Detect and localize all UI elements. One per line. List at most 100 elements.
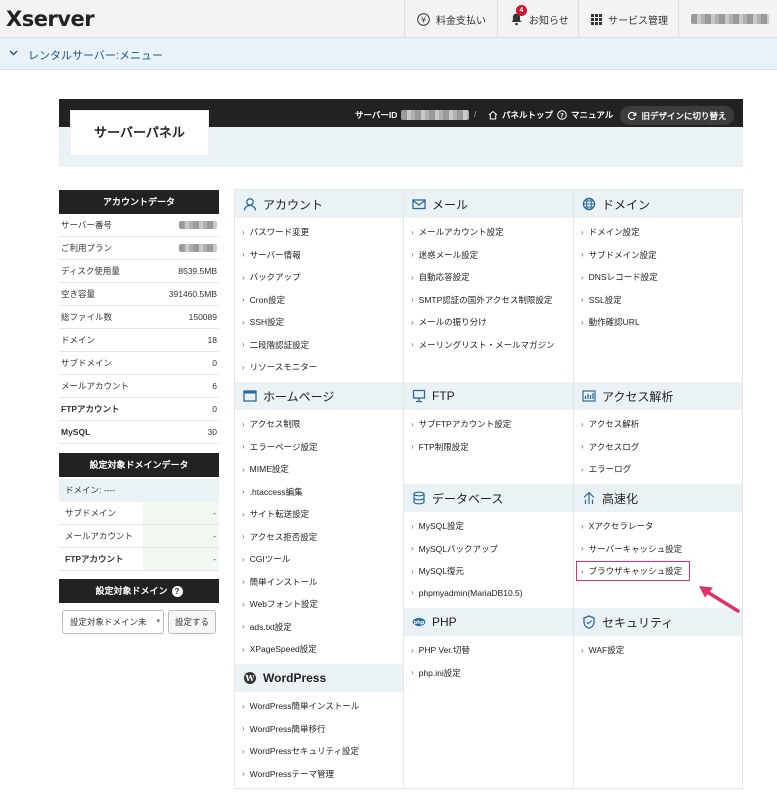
menu-item-php[interactable]: › php.ini設定 bbox=[411, 667, 461, 679]
menu-item-mail[interactable]: › メーリングリスト・メールマガジン bbox=[411, 339, 555, 351]
select-caret-icon: ▾ bbox=[156, 618, 160, 625]
menu-item-mail[interactable]: › 迷惑メール設定 bbox=[411, 249, 478, 261]
menu-item-account[interactable]: › 二段階認証設定 bbox=[242, 339, 309, 351]
menu-item-label: Cron設定 bbox=[249, 294, 286, 305]
menu-item-access[interactable]: › アクセス解析 bbox=[581, 418, 639, 430]
menu-item-account[interactable]: › パスワード変更 bbox=[242, 226, 309, 238]
menu-item-account[interactable]: › リソースモニター bbox=[242, 361, 317, 373]
chevron-right-icon: › bbox=[242, 317, 245, 327]
menu-item-label: MIME設定 bbox=[249, 464, 289, 474]
menu-item-label: アクセスログ bbox=[588, 441, 640, 452]
menu-item-wordpress[interactable]: › WordPressテーマ管理 bbox=[242, 768, 334, 780]
menu-item-database[interactable]: › phpmyadmin(MariaDB10.5) bbox=[411, 588, 523, 598]
menu-item-homepage[interactable]: › MIME設定 bbox=[242, 463, 289, 475]
menu-item-database[interactable]: › MySQL設定 bbox=[411, 520, 464, 532]
menu-item-domain[interactable]: › ドメイン設定 bbox=[581, 226, 640, 238]
menu-item-wordpress[interactable]: › WordPressセキュリティ設定 bbox=[242, 745, 359, 757]
menu-item-database[interactable]: › MySQL復元 bbox=[411, 565, 464, 577]
manual-link[interactable]: ? マニュアル bbox=[557, 109, 613, 121]
menu-item-homepage[interactable]: › CGIツール bbox=[242, 553, 290, 565]
domain-select[interactable]: 設定対象ドメイン未 ▾ bbox=[62, 610, 164, 634]
menu-item-php[interactable]: › PHP Ver.切替 bbox=[411, 644, 470, 656]
menu-item-label: SSH設定 bbox=[249, 317, 285, 327]
menu-item-account[interactable]: › バックアップ bbox=[242, 271, 301, 283]
menu-item-homepage[interactable]: › アクセス拒否設定 bbox=[242, 531, 317, 543]
menu-item-label: 二段階認証設定 bbox=[249, 339, 310, 350]
account-data-value: 18 bbox=[207, 335, 217, 345]
chevron-right-icon: › bbox=[411, 442, 414, 451]
chevron-right-icon: › bbox=[242, 272, 245, 282]
menu-item-homepage[interactable]: › アクセス制限 bbox=[242, 418, 300, 430]
domain-data-row: メールアカウント - bbox=[59, 525, 219, 548]
notices-button[interactable]: 4 お知らせ bbox=[497, 0, 578, 38]
access-icon bbox=[582, 390, 596, 402]
account-data-value: 0 bbox=[212, 358, 217, 368]
menu-item-domain[interactable]: › 動作確認URL bbox=[581, 316, 640, 328]
menu-item-homepage[interactable]: › .htaccess編集 bbox=[242, 486, 303, 498]
account-data-value-blurred bbox=[179, 221, 217, 229]
domain-data-key: メールアカウント bbox=[65, 531, 134, 541]
menu-item-homepage[interactable]: › Webフォント設定 bbox=[242, 598, 318, 610]
chevron-right-icon: › bbox=[242, 419, 245, 429]
menu-item-label: MySQLバックアップ bbox=[418, 543, 499, 554]
panel-top-link[interactable]: パネルトップ bbox=[488, 109, 553, 121]
menu-item-database[interactable]: › MySQLバックアップ bbox=[411, 543, 498, 555]
manual-label: マニュアル bbox=[571, 110, 614, 120]
highlight-box bbox=[576, 561, 690, 581]
set-domain-button[interactable]: 設定する bbox=[168, 610, 216, 634]
services-button[interactable]: サービス管理 bbox=[578, 0, 678, 38]
menu-item-homepage[interactable]: › 簡単インストール bbox=[242, 576, 318, 588]
chevron-right-icon: › bbox=[411, 588, 414, 597]
menu-item-access[interactable]: › アクセスログ bbox=[581, 441, 639, 453]
wordpress-icon: W bbox=[244, 672, 256, 684]
menu-item-account[interactable]: › サーバー情報 bbox=[242, 249, 301, 261]
server-id-label: サーバーID bbox=[355, 110, 398, 120]
payment-button[interactable]: ¥ 料金支払い bbox=[404, 0, 497, 38]
xserver-logo[interactable]: Xserver bbox=[6, 7, 95, 31]
home-icon bbox=[488, 110, 498, 120]
menu-item-ftp[interactable]: › FTP制限設定 bbox=[411, 441, 469, 453]
server-id: サーバーID bbox=[355, 109, 470, 121]
old-design-button[interactable]: 旧デザインに切り替え bbox=[620, 106, 734, 125]
security-icon bbox=[583, 615, 595, 629]
menu-item-mail[interactable]: › 自動応答設定 bbox=[411, 271, 470, 283]
menu-item-label: サーバーキャッシュ設定 bbox=[588, 543, 683, 554]
chevron-right-icon: › bbox=[581, 295, 584, 304]
menu-item-ftp[interactable]: › サブFTPアカウント設定 bbox=[411, 418, 511, 430]
menu-item-wordpress[interactable]: › WordPress簡単移行 bbox=[242, 723, 326, 735]
menu-item-homepage[interactable]: › XPageSpeed設定 bbox=[242, 643, 317, 655]
user-account-menu[interactable] bbox=[678, 0, 777, 38]
pointer-arrow-icon bbox=[699, 586, 740, 613]
domain-select-heading-text: 設定対象ドメイン bbox=[95, 586, 168, 596]
menu-item-speed[interactable]: › Xアクセラレータ bbox=[581, 520, 653, 532]
menu-item-label: 動作確認URL bbox=[588, 317, 640, 327]
menu-item-access[interactable]: › エラーログ bbox=[581, 463, 631, 475]
chevron-right-icon: › bbox=[242, 442, 245, 451]
menu-item-domain[interactable]: › DNSレコード設定 bbox=[581, 271, 658, 283]
menu-item-label: パスワード変更 bbox=[249, 227, 310, 237]
menu-item-account[interactable]: › Cron設定 bbox=[242, 294, 285, 306]
chevron-right-icon: › bbox=[242, 464, 245, 474]
menu-item-security[interactable]: › WAF設定 bbox=[581, 644, 624, 656]
mail-icon bbox=[412, 199, 426, 210]
menu-item-account[interactable]: › SSH設定 bbox=[242, 316, 284, 328]
panel-top-label: パネルトップ bbox=[502, 110, 554, 120]
menu-item-speed[interactable]: › サーバーキャッシュ設定 bbox=[581, 543, 682, 555]
menu-item-homepage[interactable]: › エラーページ設定 bbox=[242, 441, 318, 453]
domain-select-heading: 設定対象ドメイン? bbox=[59, 579, 219, 603]
help-icon[interactable]: ? bbox=[171, 586, 183, 598]
account-data-value: 6 bbox=[212, 381, 217, 391]
menu-item-mail[interactable]: › SMTP認証の国外アクセス制限設定 bbox=[411, 294, 552, 306]
svg-text:¥: ¥ bbox=[421, 15, 426, 24]
menu-item-domain[interactable]: › サブドメイン設定 bbox=[581, 249, 657, 261]
chevron-right-icon: › bbox=[242, 599, 245, 609]
menu-item-homepage[interactable]: › サイト転送設定 bbox=[242, 508, 309, 520]
menu-item-mail[interactable]: › メールの振り分け bbox=[411, 316, 487, 328]
menu-item-domain[interactable]: › SSL設定 bbox=[581, 294, 622, 306]
menu-item-wordpress[interactable]: › WordPress簡単インストール bbox=[242, 700, 359, 712]
menu-item-homepage[interactable]: › ads.txt設定 bbox=[242, 621, 292, 633]
menu-item-mail[interactable]: › メールアカウント設定 bbox=[411, 226, 504, 238]
domain-data-value: - bbox=[143, 548, 219, 570]
menu-item-label: エラーログ bbox=[588, 464, 632, 474]
menu-bar[interactable]: レンタルサーバー:メニュー bbox=[0, 38, 777, 70]
